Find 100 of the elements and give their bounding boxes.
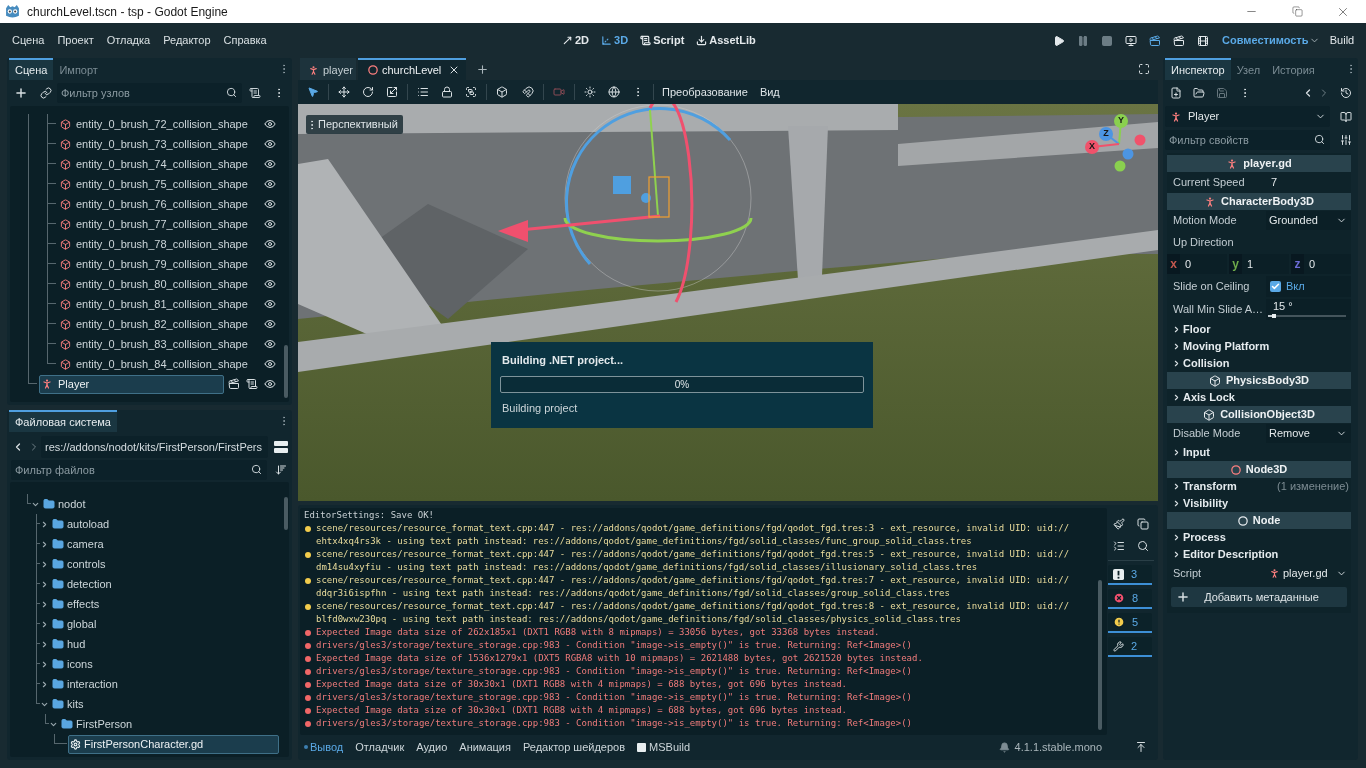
- tree-item[interactable]: controls: [50, 554, 279, 574]
- panel-tab[interactable]: Отладчик: [355, 737, 405, 757]
- tree-item[interactable]: Player: [39, 374, 224, 394]
- vector-field[interactable]: y 1: [1229, 254, 1289, 274]
- tree-item[interactable]: entity_0_brush_78_collision_shape: [58, 234, 260, 254]
- property-group[interactable]: Transform (1 изменение): [1167, 478, 1351, 495]
- workspace-tab[interactable]: 3D: [601, 28, 629, 53]
- file-filter-field[interactable]: Фильтр файлов: [11, 460, 267, 480]
- menu-item[interactable]: Проект: [51, 28, 100, 53]
- filter-toggle[interactable]: 5: [1108, 613, 1152, 633]
- axis-dot-icon[interactable]: [1122, 148, 1134, 160]
- axis-dot-icon[interactable]: [1134, 134, 1146, 146]
- tree-item[interactable]: entity_0_brush_76_collision_shape: [58, 194, 260, 214]
- axis-dot-icon[interactable]: [1114, 160, 1126, 172]
- property-group[interactable]: Moving Platform: [1167, 338, 1351, 355]
- visibility-toggle[interactable]: [264, 138, 276, 150]
- visibility-toggle[interactable]: [264, 278, 276, 290]
- visibility-toggle[interactable]: [264, 358, 276, 370]
- toolbar-menu[interactable]: Преобразование: [658, 81, 752, 103]
- dock-tab[interactable]: Сцена: [9, 58, 54, 80]
- tree-item[interactable]: hud: [50, 634, 279, 654]
- visibility-toggle[interactable]: [264, 218, 276, 230]
- dock-tab[interactable]: История: [1266, 58, 1321, 80]
- visibility-toggle[interactable]: [264, 258, 276, 270]
- checkbox[interactable]: Вкл: [1266, 276, 1351, 297]
- dropdown[interactable]: Remove: [1266, 424, 1351, 443]
- scrollbar-thumb[interactable]: [284, 345, 288, 398]
- tree-item[interactable]: entity_0_brush_81_collision_shape: [58, 294, 260, 314]
- property-group[interactable]: Editor Description: [1167, 546, 1351, 563]
- tree-item[interactable]: entity_0_brush_84_collision_shape: [58, 354, 260, 374]
- renderer-dropdown[interactable]: Совместимость: [1215, 28, 1320, 53]
- tree-item[interactable]: detection: [50, 574, 279, 594]
- property-group[interactable]: Axis Lock: [1167, 389, 1351, 406]
- panel-tab[interactable]: Вывод: [304, 737, 344, 757]
- tree-item[interactable]: entity_0_brush_73_collision_shape: [58, 134, 260, 154]
- panel-tab[interactable]: MSBuild: [637, 737, 691, 757]
- panel-tab[interactable]: Аудио: [416, 737, 448, 757]
- tree-item[interactable]: entity_0_brush_82_collision_shape: [58, 314, 260, 334]
- dock-tab[interactable]: Инспектор: [1165, 58, 1231, 80]
- visibility-toggle[interactable]: [264, 178, 276, 190]
- dock-tab[interactable]: Узел: [1230, 58, 1267, 80]
- tree-item[interactable]: entity_0_brush_74_collision_shape: [58, 154, 260, 174]
- vector-field[interactable]: x 0: [1167, 254, 1227, 274]
- path-field[interactable]: res://addons/nodot/kits/FirstPerson/FirstPers: [41, 436, 268, 458]
- tree-item[interactable]: FirstPerson: [59, 714, 279, 734]
- scene-tab[interactable]: player: [300, 58, 356, 80]
- build-button[interactable]: Build: [1322, 28, 1362, 53]
- scrollbar-thumb[interactable]: [1098, 580, 1102, 730]
- add-metadata-button[interactable]: Добавить метаданные: [1171, 587, 1347, 607]
- visibility-toggle[interactable]: [264, 338, 276, 350]
- tree-item[interactable]: entity_0_brush_79_collision_shape: [58, 254, 260, 274]
- panel-tab[interactable]: Анимация: [459, 737, 511, 757]
- number-field[interactable]: 7: [1266, 173, 1351, 192]
- visibility-toggle[interactable]: [264, 238, 276, 250]
- property-group[interactable]: Collision: [1167, 355, 1351, 372]
- tree-item[interactable]: interaction: [50, 674, 279, 694]
- workspace-tab[interactable]: AssetLib: [696, 28, 756, 53]
- tree-item[interactable]: entity_0_brush_80_collision_shape: [58, 274, 260, 294]
- tree-item[interactable]: autoload: [50, 514, 279, 534]
- menu-item[interactable]: Справка: [217, 28, 273, 53]
- tree-item[interactable]: entity_0_brush_83_collision_shape: [58, 334, 260, 354]
- visibility-toggle[interactable]: [264, 378, 276, 390]
- property-group[interactable]: Input: [1167, 444, 1351, 461]
- tree-item[interactable]: global: [50, 614, 279, 634]
- menu-item[interactable]: Редактор: [157, 28, 217, 53]
- object-selector[interactable]: Player: [1165, 106, 1330, 127]
- filter-toggle[interactable]: 8: [1108, 589, 1152, 609]
- workspace-tab[interactable]: 2D: [562, 28, 590, 53]
- visibility-toggle[interactable]: [264, 158, 276, 170]
- visibility-toggle[interactable]: [264, 298, 276, 310]
- tree-item[interactable]: entity_0_brush_75_collision_shape: [58, 174, 260, 194]
- dock-tab[interactable]: Импорт: [53, 58, 104, 80]
- slider-thumb[interactable]: [1272, 314, 1277, 318]
- scrollbar-thumb[interactable]: [284, 497, 288, 530]
- tree-item[interactable]: nodot: [41, 494, 279, 514]
- dropdown[interactable]: Grounded: [1266, 211, 1351, 230]
- dock-tab[interactable]: Файловая система: [9, 410, 117, 432]
- workspace-tab[interactable]: Script: [640, 28, 685, 53]
- panel-tab[interactable]: Редактор шейдеров: [522, 737, 626, 757]
- visibility-toggle[interactable]: [264, 118, 276, 130]
- axis-gizmo[interactable]: Y Z X: [1081, 110, 1147, 172]
- visibility-toggle[interactable]: [264, 318, 276, 330]
- vector-field[interactable]: z 0: [1291, 254, 1351, 274]
- menu-item[interactable]: Сцена: [6, 28, 51, 53]
- menu-item[interactable]: Отладка: [100, 28, 157, 53]
- tree-item[interactable]: FirstPersonCharacter.gd: [68, 734, 279, 754]
- property-group[interactable]: Visibility: [1167, 495, 1351, 512]
- tree-item[interactable]: entity_0_brush_77_collision_shape: [58, 214, 260, 234]
- filter-toggle[interactable]: 2: [1108, 637, 1152, 657]
- resource-picker[interactable]: player.gd: [1266, 564, 1351, 583]
- slider-field[interactable]: 15 °: [1266, 299, 1351, 320]
- tree-item[interactable]: icons: [50, 654, 279, 674]
- tree-item[interactable]: effects: [50, 594, 279, 614]
- open-script-button[interactable]: [246, 378, 258, 390]
- property-group[interactable]: Floor: [1167, 321, 1351, 338]
- node-filter-field[interactable]: Фильтр узлов: [57, 83, 242, 103]
- view-menu-button[interactable]: Перспективный: [306, 115, 403, 134]
- filter-toggle[interactable]: 3: [1108, 565, 1152, 585]
- property-filter-field[interactable]: Фильтр свойств: [1165, 129, 1330, 150]
- tree-item[interactable]: entity_0_brush_72_collision_shape: [58, 114, 260, 134]
